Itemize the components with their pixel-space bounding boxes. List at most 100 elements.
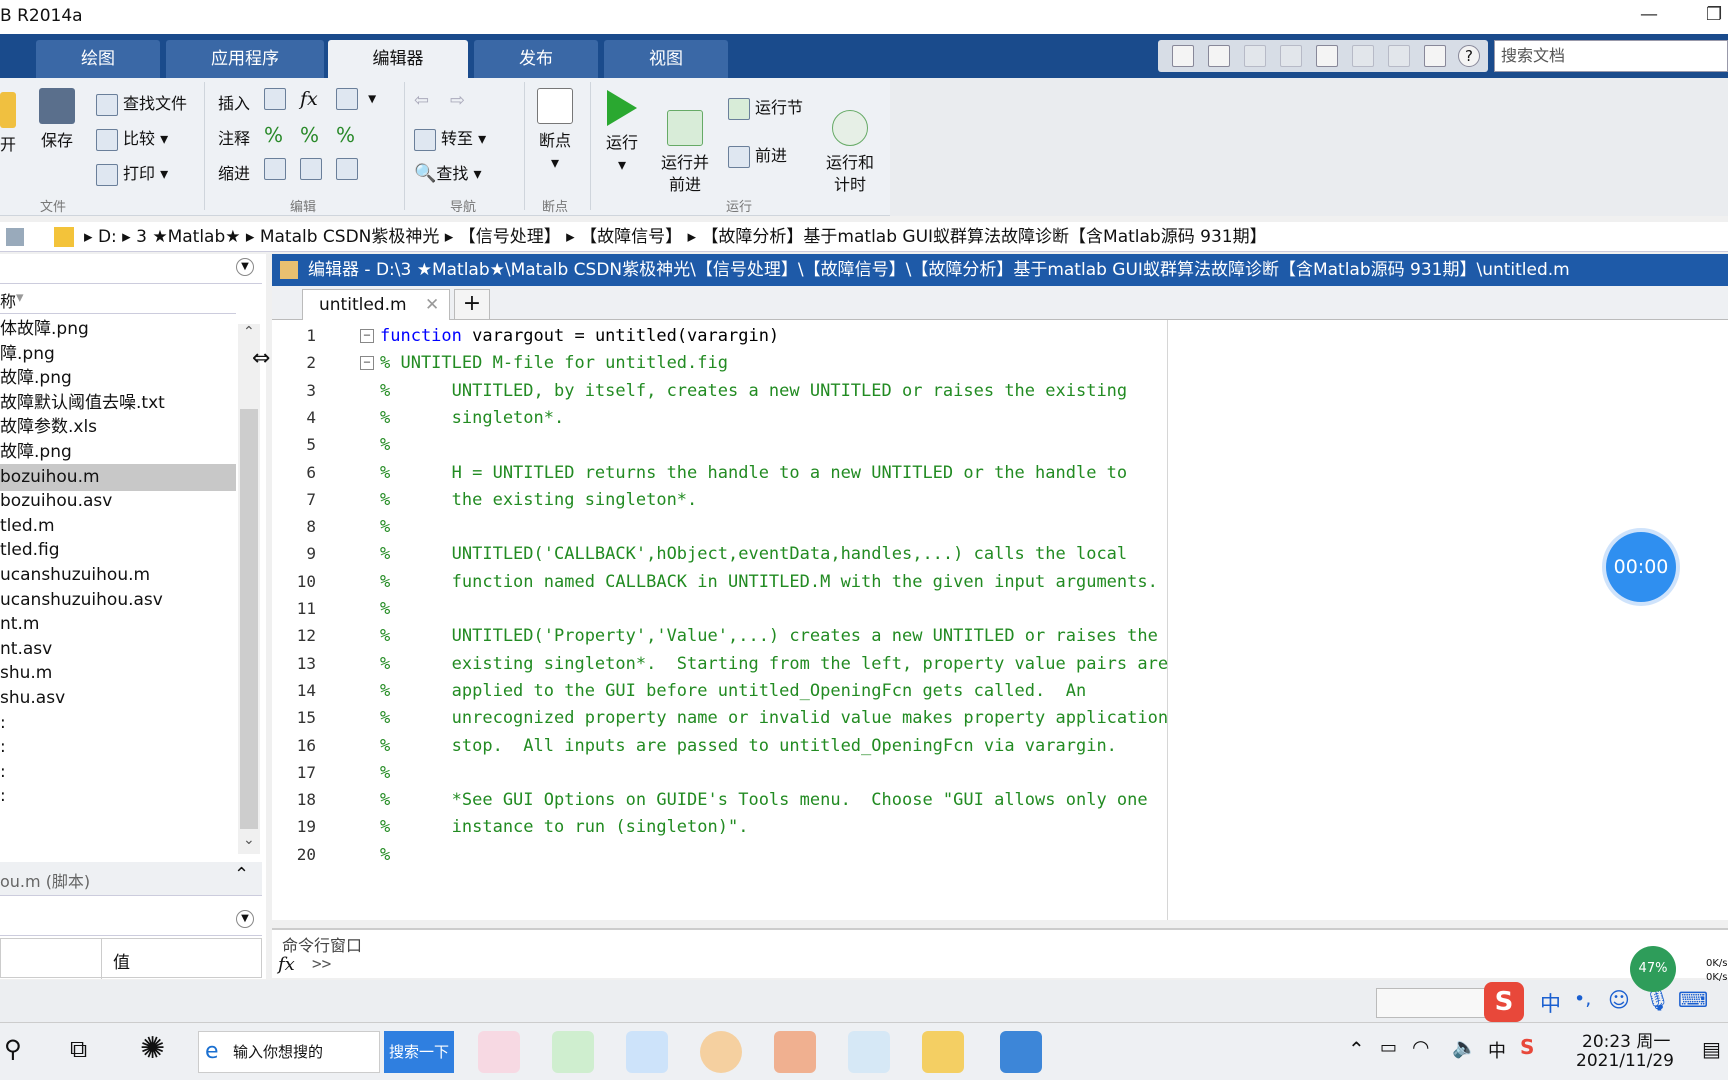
search-docs-input[interactable]: 搜索文档: [1494, 40, 1728, 72]
redo-icon[interactable]: [1388, 45, 1410, 67]
scroll-up-icon[interactable]: ⌃: [243, 324, 255, 340]
restore-button[interactable]: ❐: [1706, 4, 1722, 25]
ime-lang[interactable]: 中: [1540, 988, 1561, 1018]
file-list-item[interactable]: 故障参数.xls: [0, 414, 236, 441]
back-arrow-icon[interactable]: ⇦: [414, 90, 429, 111]
search-icon[interactable]: ⚲: [4, 1035, 22, 1063]
crumb-drive[interactable]: D:: [98, 227, 117, 247]
comment-button[interactable]: 注释: [218, 125, 250, 149]
emoji-icon[interactable]: ☺: [1608, 988, 1630, 1012]
code-area[interactable]: function varargout = untitled(varargin)%…: [360, 320, 1728, 920]
keyboard-icon[interactable]: ⌨: [1678, 988, 1708, 1012]
notifications-icon[interactable]: ▤: [1702, 1037, 1721, 1061]
code-line[interactable]: % *See GUI Options on GUIDE's Tools menu…: [380, 790, 1148, 810]
crumb-folder-2[interactable]: Matalb CSDN紫极神光: [260, 227, 440, 247]
clock-date[interactable]: 2021/11/29: [1576, 1051, 1674, 1071]
code-line[interactable]: % stop. All inputs are passed to untitle…: [380, 736, 1117, 756]
advance-button[interactable]: 前进: [728, 142, 787, 168]
tab-view[interactable]: 视图: [604, 40, 728, 78]
switch-windows-icon[interactable]: [1424, 45, 1446, 67]
run-section-button[interactable]: 运行节: [728, 94, 803, 120]
close-tab-icon[interactable]: ✕: [425, 290, 439, 320]
save-button[interactable]: 保存: [36, 88, 78, 152]
pinwheel-app-icon[interactable]: ✺: [140, 1031, 165, 1066]
copy-icon[interactable]: [1280, 45, 1302, 67]
details-panel-header[interactable]: ou.m (脚本) ⌃: [0, 862, 262, 896]
tab-apps[interactable]: 应用程序: [166, 40, 324, 78]
file-list-item-truncated[interactable]: :: [0, 734, 236, 761]
sogou-tray-icon[interactable]: S: [1520, 1035, 1534, 1059]
crumb-folder-3[interactable]: 【信号处理】: [459, 227, 561, 247]
find-files-button[interactable]: 查找文件: [96, 90, 187, 116]
uncomment-icon[interactable]: %: [300, 123, 319, 147]
command-window[interactable]: 命令行窗口 fx >>: [272, 928, 1728, 978]
file-list-item[interactable]: bozuihou.m: [0, 463, 236, 491]
tab-untitled-m[interactable]: untitled.m ✕: [302, 289, 450, 320]
file-list-item[interactable]: 故障默认阈值去噪.txt: [0, 390, 236, 417]
cut-icon[interactable]: [1244, 45, 1266, 67]
help-icon[interactable]: ?: [1458, 45, 1480, 67]
volume-icon[interactable]: 🔈: [1452, 1035, 1477, 1059]
code-line[interactable]: % UNTITLED M-file for untitled.fig: [380, 353, 728, 373]
scrollbar-thumb[interactable]: [240, 409, 258, 829]
edge-browser-icon[interactable]: [626, 1031, 668, 1073]
punctuation-icon[interactable]: •,: [1574, 988, 1591, 1010]
tab-editor[interactable]: 编辑器: [328, 40, 468, 78]
file-list-item[interactable]: tled.fig: [0, 537, 236, 564]
web-search-button[interactable]: 搜索一下: [384, 1031, 454, 1073]
indent-button[interactable]: 缩进: [218, 160, 250, 184]
tab-publish[interactable]: 发布: [474, 40, 598, 78]
run-and-time-button[interactable]: 运行和 计时: [822, 88, 878, 196]
forward-arrow-icon[interactable]: ⇨: [450, 90, 465, 111]
comment-percent-icon[interactable]: %: [264, 123, 283, 147]
code-line[interactable]: % UNTITLED('Property','Value',...) creat…: [380, 626, 1158, 646]
column-header-name[interactable]: 称 ▾: [0, 284, 236, 314]
tray-lang[interactable]: 中: [1488, 1037, 1506, 1063]
print-button[interactable]: 打印 ▾: [96, 160, 168, 186]
insert-function-icon[interactable]: [336, 88, 358, 110]
file-explorer-icon[interactable]: [922, 1031, 964, 1073]
app-icon[interactable]: [848, 1031, 890, 1073]
wrap-comment-icon[interactable]: %: [336, 123, 355, 147]
chrome-browser-icon[interactable]: [700, 1031, 742, 1073]
code-line[interactable]: %: [380, 763, 390, 783]
fold-toggle-icon[interactable]: −: [360, 329, 374, 343]
file-list-scrollbar[interactable]: ⌃ ⌄: [238, 324, 260, 854]
code-line[interactable]: %: [380, 845, 390, 865]
code-line[interactable]: % singleton*.: [380, 408, 564, 428]
sogou-ime-icon[interactable]: S: [1484, 982, 1524, 1022]
scroll-down-icon[interactable]: ⌄: [243, 832, 255, 848]
file-list-item[interactable]: 故障.png: [0, 439, 236, 466]
code-line[interactable]: % existing singleton*. Starting from the…: [380, 654, 1168, 674]
run-button[interactable]: 运行 ▾: [600, 90, 644, 176]
code-line[interactable]: % the existing singleton*.: [380, 490, 697, 510]
paste-icon[interactable]: [1316, 45, 1338, 67]
file-list-item-truncated[interactable]: :: [0, 759, 236, 786]
fx-icon[interactable]: fx: [278, 954, 295, 975]
decrease-indent-icon[interactable]: [336, 158, 358, 180]
code-line[interactable]: % function named CALLBACK in UNTITLED.M …: [380, 572, 1158, 592]
smart-indent-icon[interactable]: [264, 158, 286, 180]
code-line[interactable]: % instance to run (singleton)".: [380, 817, 748, 837]
file-list-item[interactable]: ucanshuzuihou.m: [0, 562, 236, 589]
matlab-icon[interactable]: [774, 1031, 816, 1073]
insert-button[interactable]: 插入: [218, 90, 250, 114]
crumb-folder-1[interactable]: 3 ★Matlab★: [136, 227, 240, 247]
file-list-item[interactable]: shu.asv: [0, 685, 236, 712]
collapse-chevron-icon[interactable]: ⌃: [234, 864, 249, 885]
file-list-item[interactable]: 体故障.png: [0, 316, 236, 343]
file-list-item[interactable]: shu.m: [0, 660, 236, 687]
code-line[interactable]: %: [380, 599, 390, 619]
goto-button[interactable]: 转至 ▾: [414, 125, 486, 151]
tab-plots[interactable]: 绘图: [36, 40, 160, 78]
crumb-folder-4[interactable]: 【故障信号】: [580, 227, 682, 247]
file-list-item[interactable]: 故障.png: [0, 365, 236, 392]
file-list-item[interactable]: ucanshuzuihou.asv: [0, 587, 236, 614]
run-and-advance-button[interactable]: 运行并 前进: [656, 88, 714, 196]
fx-icon[interactable]: fx: [300, 88, 318, 110]
file-list-item[interactable]: nt.asv: [0, 636, 236, 663]
code-line[interactable]: %: [380, 517, 390, 537]
file-list-item[interactable]: nt.m: [0, 611, 236, 638]
file-list-item-truncated[interactable]: :: [0, 710, 236, 737]
code-line[interactable]: % unrecognized property name or invalid …: [380, 708, 1168, 728]
